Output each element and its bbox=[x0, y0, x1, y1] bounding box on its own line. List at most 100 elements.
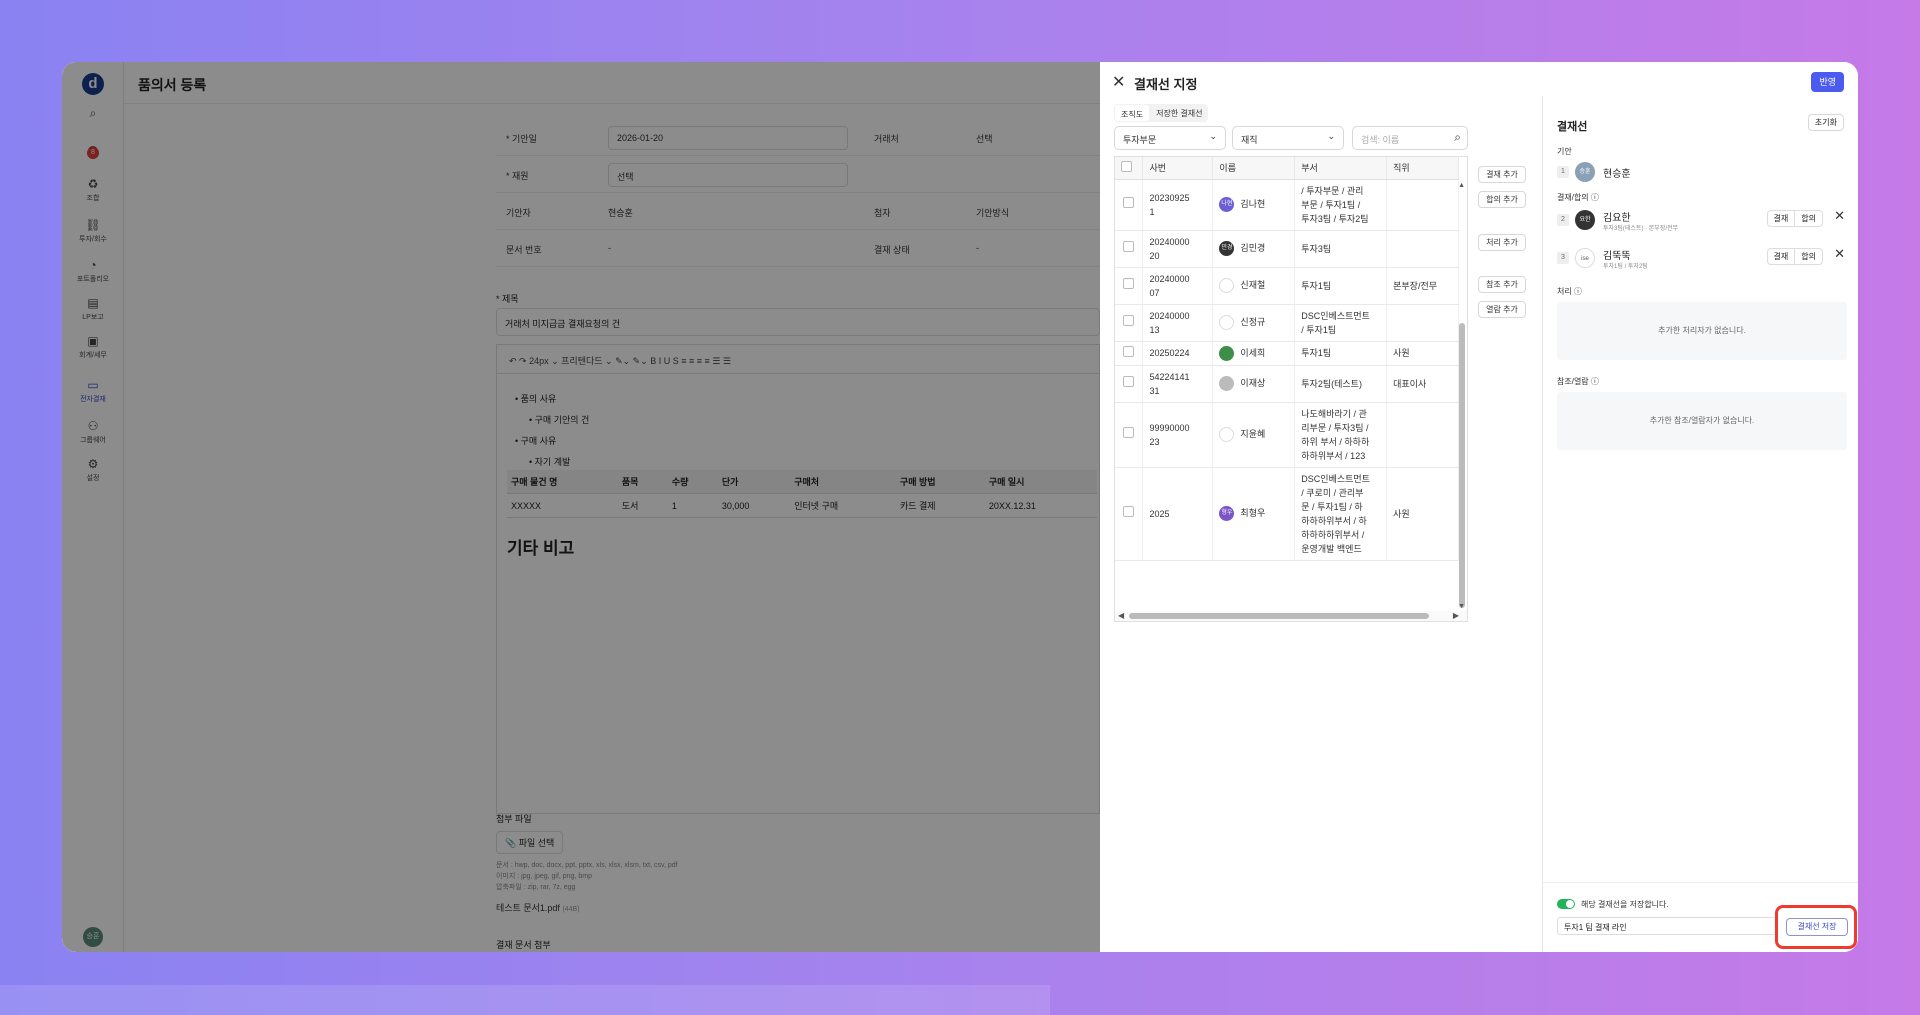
search-input[interactable]: 검색: 이름 ⌕ bbox=[1352, 126, 1468, 150]
employee-id: 54224141 31 bbox=[1142, 365, 1214, 403]
approval-type-toggle[interactable]: 결재 합의 bbox=[1766, 210, 1823, 227]
approval-line: 결재선 초기화 기안 1 승훈 현승훈 결재/합의 ⓘ 2 요한 김요한 투자3팀(테… bbox=[1542, 96, 1858, 952]
taskbar-strip bbox=[0, 985, 1050, 1015]
agree-option[interactable]: 합의 bbox=[1794, 211, 1822, 226]
avatar: 나현 bbox=[1219, 197, 1235, 213]
ref-label: 참조/열람 ⓘ bbox=[1557, 377, 1599, 386]
table-row[interactable]: 20240000 20 민경 김민경 투자3팀 bbox=[1115, 230, 1459, 268]
position bbox=[1386, 402, 1459, 468]
row-checkbox[interactable] bbox=[1115, 467, 1144, 561]
save-toggle-label: 해당 결재선을 저장합니다. bbox=[1581, 900, 1669, 909]
add-button-2[interactable]: 처리 추가 bbox=[1478, 234, 1526, 251]
employee-table: 사번 이름 부서 직위 20230925 1 나현 김나현 / 투자부문 / 관리 부문 /… bbox=[1114, 156, 1468, 622]
position: 대표이사 bbox=[1386, 365, 1459, 403]
row-checkbox[interactable] bbox=[1115, 267, 1144, 305]
search-placeholder: 검색: 이름 bbox=[1361, 135, 1400, 145]
department: 투자2팀(테스트) bbox=[1294, 365, 1388, 403]
division-select[interactable]: 투자부문 ⌄ bbox=[1114, 126, 1226, 150]
department: 투자1팀 bbox=[1294, 341, 1388, 366]
position bbox=[1386, 304, 1459, 342]
row-checkbox[interactable] bbox=[1115, 365, 1144, 403]
row-checkbox[interactable] bbox=[1115, 179, 1144, 231]
approver-name: 김요한 bbox=[1603, 213, 1631, 224]
row-checkbox[interactable] bbox=[1115, 341, 1144, 366]
add-button-4[interactable]: 열람 추가 bbox=[1478, 301, 1526, 318]
process-empty: 추가한 처리자가 없습니다. bbox=[1557, 302, 1847, 360]
employee-name: 민경 김민경 bbox=[1212, 230, 1296, 268]
division-value: 투자부문 bbox=[1123, 135, 1157, 145]
close-icon[interactable]: ✕ bbox=[1112, 72, 1125, 92]
table-row[interactable]: 20240000 07 신재철 투자1팀 본부장/전무 bbox=[1115, 267, 1459, 305]
tab-org-chart[interactable]: 조직도 bbox=[1115, 105, 1150, 121]
approve-label: 결재/합의 ⓘ bbox=[1557, 193, 1599, 202]
scroll-down-icon[interactable]: ▼ bbox=[1458, 603, 1465, 610]
highlight-box: 결재선 저장 bbox=[1775, 905, 1857, 949]
name-text: 김나현 bbox=[1240, 198, 1266, 209]
table-row[interactable]: 2025 형우 최형우 DSC인베스트먼트 / 쿠로미 / 관리부 문 / 투자1팀 … bbox=[1115, 467, 1459, 561]
approval-line-panel: ✕ 결재선 지정 반영 조직도 저장한 결재선 투자부문 ⌄ 재직 ⌄ 검색: 이름… bbox=[1100, 62, 1858, 952]
approve-option[interactable]: 결재 bbox=[1768, 211, 1795, 226]
horizontal-scrollbar[interactable]: ◀ ▶ bbox=[1115, 611, 1467, 621]
employee-name: 지윤혜 bbox=[1212, 402, 1296, 468]
add-button-1[interactable]: 합의 추가 bbox=[1478, 191, 1526, 208]
avatar bbox=[1219, 345, 1235, 361]
employee-name: 이세희 bbox=[1212, 341, 1296, 366]
apply-button[interactable]: 반영 bbox=[1811, 72, 1844, 92]
approval-type-toggle[interactable]: 결재 합의 bbox=[1766, 248, 1823, 265]
department: 투자3팀 bbox=[1294, 230, 1388, 268]
avatar bbox=[1219, 376, 1235, 392]
department: 투자1팀 bbox=[1294, 267, 1388, 305]
column-header: 부서 bbox=[1294, 157, 1388, 180]
table-row[interactable]: 99990000 23 지윤혜 나도해바라기 / 관 리부문 / 투자3팀 / 하위… bbox=[1115, 402, 1459, 468]
name-text: 최형우 bbox=[1240, 508, 1266, 519]
table-row[interactable]: 20250224 이세희 투자1팀 사원 bbox=[1115, 341, 1459, 366]
search-icon[interactable]: ⌕ bbox=[1454, 130, 1461, 145]
table-row[interactable]: 20240000 13 신정규 DSC인베스트먼트 / 투자1팀 bbox=[1115, 304, 1459, 342]
avatar bbox=[1219, 278, 1235, 294]
step-number: 1 bbox=[1557, 166, 1569, 178]
select-all-checkbox[interactable] bbox=[1115, 157, 1144, 180]
step-number: 3 bbox=[1557, 252, 1569, 264]
approver-row: 3 ise 김뚝뚝 투자1팀 / 투자2팀 결재 합의 ✕ bbox=[1557, 246, 1847, 272]
tab-saved-lines[interactable]: 저장한 결재선 bbox=[1150, 104, 1208, 122]
employee-name: 나현 김나현 bbox=[1212, 179, 1296, 231]
name-text: 이재상 bbox=[1240, 378, 1266, 389]
employee-name: 형우 최형우 bbox=[1212, 467, 1296, 561]
employee-id: 20240000 13 bbox=[1142, 304, 1214, 342]
approver-dept: 투자1팀 / 투자2팀 bbox=[1603, 264, 1648, 270]
save-line-button[interactable]: 결재선 저장 bbox=[1786, 918, 1848, 936]
name-text: 김민경 bbox=[1240, 242, 1266, 253]
position bbox=[1386, 179, 1459, 231]
row-checkbox[interactable] bbox=[1115, 230, 1144, 268]
approve-option[interactable]: 결재 bbox=[1768, 249, 1795, 264]
position: 본부장/전무 bbox=[1386, 267, 1459, 305]
approver-row: 2 요한 김요한 투자3팀(테스트) · 본부장/전무 결재 합의 ✕ bbox=[1557, 208, 1847, 234]
approver-dept: 투자3팀(테스트) · 본부장/전무 bbox=[1603, 226, 1679, 232]
table-row[interactable]: 54224141 31 이재상 투자2팀(테스트) 대표이사 bbox=[1115, 365, 1459, 403]
vertical-scrollbar[interactable] bbox=[1459, 183, 1465, 611]
row-checkbox[interactable] bbox=[1115, 402, 1144, 468]
employee-id: 20240000 20 bbox=[1142, 230, 1214, 268]
agree-option[interactable]: 합의 bbox=[1794, 249, 1822, 264]
employee-id: 2025 bbox=[1142, 467, 1214, 561]
employee-id: 99990000 23 bbox=[1142, 402, 1214, 468]
table-row[interactable]: 20230925 1 나현 김나현 / 투자부문 / 관리 부문 / 투자1팀 / 투… bbox=[1115, 179, 1459, 231]
status-select[interactable]: 재직 ⌄ bbox=[1232, 126, 1344, 150]
row-checkbox[interactable] bbox=[1115, 304, 1144, 342]
employee-name: 신정규 bbox=[1212, 304, 1296, 342]
draft-form-page: d ⌕☊♻조합⛓투자/회수◔포트폴리오▤LP보고▣회계/세무▭전자결재⚇그룹웨어… bbox=[62, 62, 1100, 952]
close-icon[interactable]: ✕ bbox=[1834, 208, 1845, 224]
add-button-3[interactable]: 참조 추가 bbox=[1478, 276, 1526, 293]
picker-tabs: 조직도 저장한 결재선 bbox=[1114, 104, 1209, 122]
process-label: 처리 ⓘ bbox=[1557, 287, 1582, 296]
modal-overlay[interactable] bbox=[62, 62, 1100, 952]
reset-button[interactable]: 초기화 bbox=[1807, 114, 1844, 131]
line-name-input[interactable]: 투자1 팀 결재 라인 bbox=[1557, 917, 1777, 935]
close-icon[interactable]: ✕ bbox=[1834, 246, 1845, 262]
drafter-name: 현승훈 bbox=[1603, 169, 1631, 180]
avatar: 요한 bbox=[1575, 210, 1595, 230]
save-toggle[interactable] bbox=[1557, 899, 1575, 909]
add-button-0[interactable]: 결재 추가 bbox=[1478, 166, 1526, 183]
employee-id: 20230925 1 bbox=[1142, 179, 1214, 231]
org-picker: 조직도 저장한 결재선 투자부문 ⌄ 재직 ⌄ 검색: 이름 ⌕ 사번 이름 부서 직위 2… bbox=[1100, 96, 1540, 952]
